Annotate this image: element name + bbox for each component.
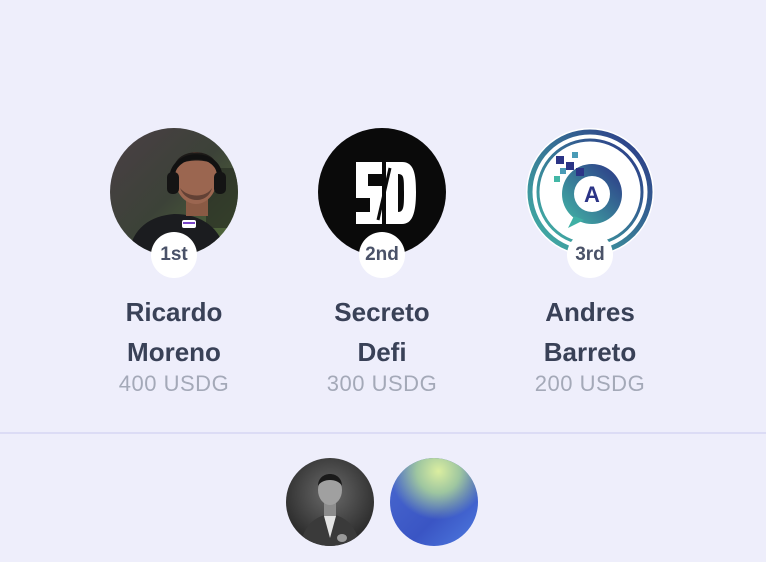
participant-avatar[interactable] bbox=[286, 458, 374, 546]
winner-name-line: Defi bbox=[357, 337, 407, 367]
winner-amount: 400 USDG bbox=[118, 371, 230, 396]
winner-name: Ricardo Moreno bbox=[74, 292, 274, 372]
winner-name-line: Andres bbox=[545, 297, 635, 327]
winner-name: Secreto Defi bbox=[282, 292, 482, 372]
participant-avatar[interactable] bbox=[390, 458, 478, 546]
winner-name-line: Moreno bbox=[127, 337, 221, 367]
avatar-container: A 3rd bbox=[526, 128, 654, 278]
leaderboard-podium: 1st Ricardo Moreno 400 USDG 2nd Secreto … bbox=[0, 128, 766, 408]
rank-badge: 3rd bbox=[567, 232, 613, 278]
winner-name: Andres Barreto bbox=[490, 292, 690, 372]
winner-name-line: Ricardo bbox=[125, 297, 223, 327]
winner-card-first[interactable]: 1st Ricardo Moreno 400 USDG bbox=[74, 128, 274, 398]
winner-amount: 300 USDG bbox=[326, 371, 438, 396]
avatar-container: 1st bbox=[110, 128, 238, 278]
winner-card-third[interactable]: A 3rd Andres Barreto 200 USDG bbox=[490, 128, 690, 398]
rank-badge: 2nd bbox=[359, 232, 405, 278]
winner-name-line: Secreto bbox=[334, 297, 430, 327]
other-participants bbox=[286, 458, 482, 548]
avatar-container: 2nd bbox=[318, 128, 446, 278]
rank-badge: 1st bbox=[151, 232, 197, 278]
winner-card-second[interactable]: 2nd Secreto Defi 300 USDG bbox=[282, 128, 482, 398]
winner-name-line: Barreto bbox=[543, 337, 637, 367]
svg-text:A: A bbox=[584, 182, 600, 207]
section-divider bbox=[0, 432, 766, 434]
winner-amount: 200 USDG bbox=[534, 371, 646, 396]
